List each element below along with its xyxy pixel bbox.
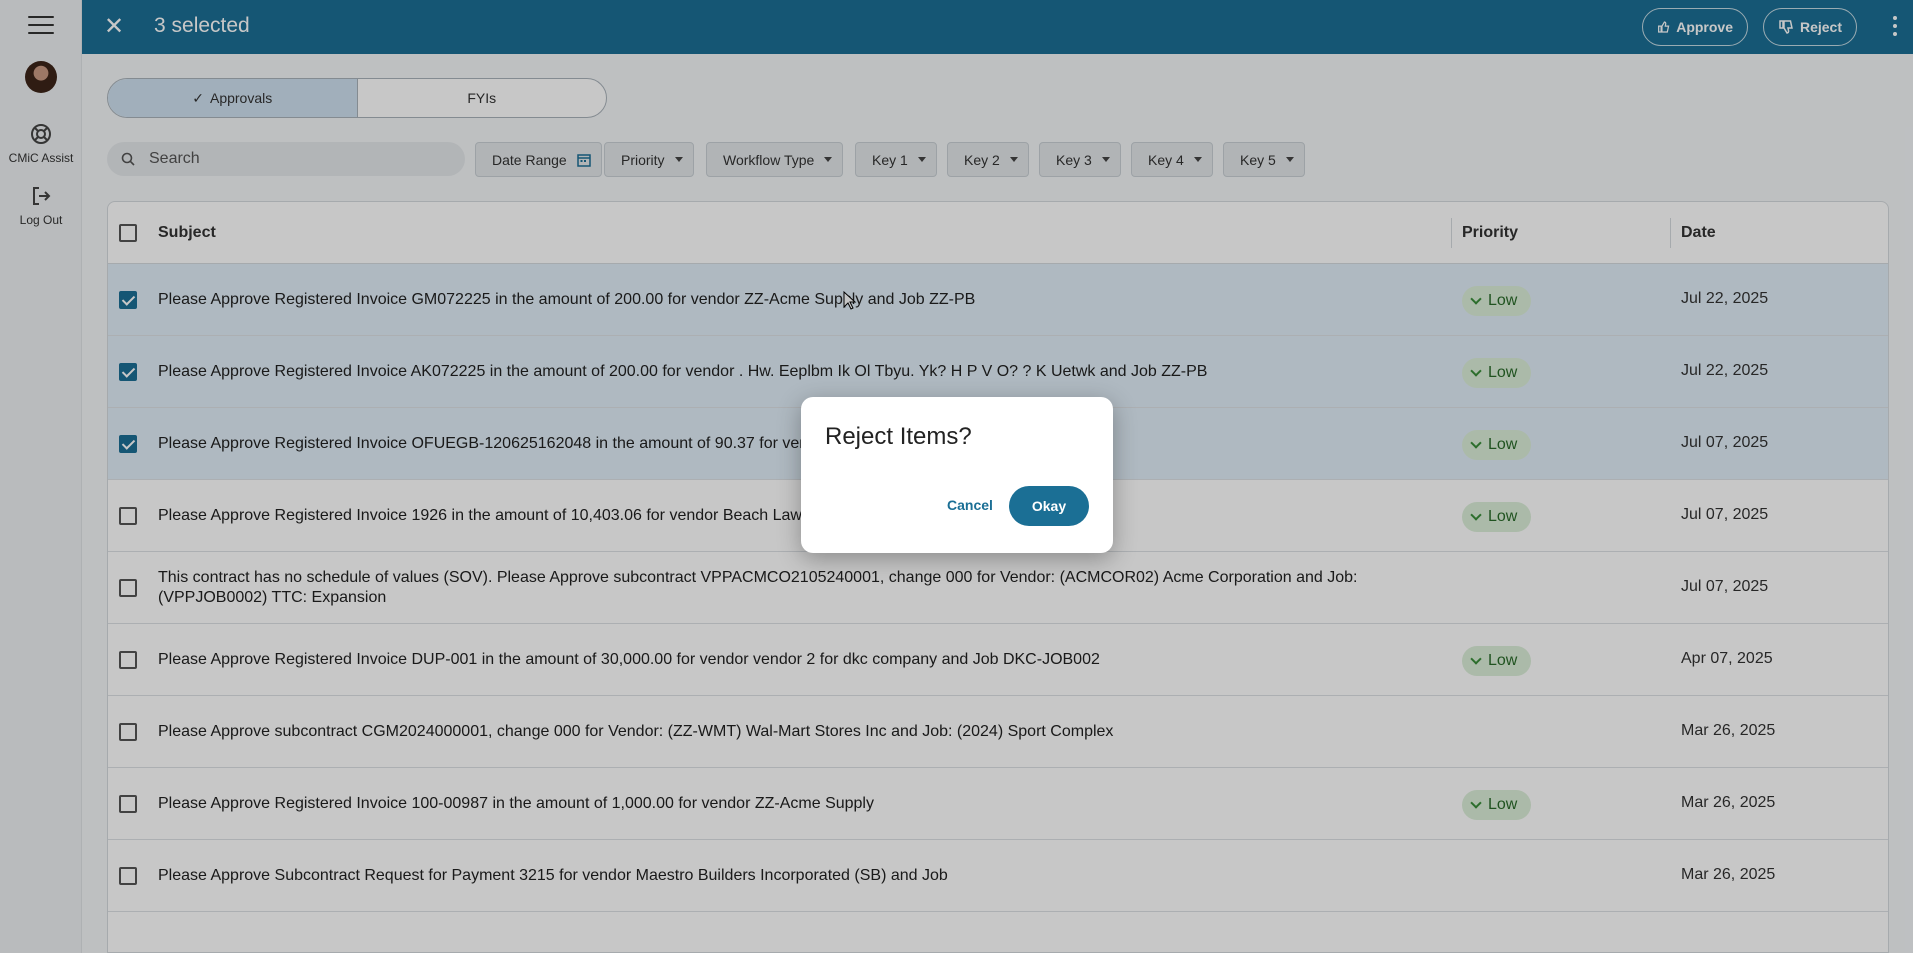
reject-confirm-dialog: Reject Items? Cancel Okay [801,397,1113,553]
cancel-button[interactable]: Cancel [947,497,993,513]
dialog-title: Reject Items? [825,423,972,450]
okay-button[interactable]: Okay [1009,486,1089,526]
